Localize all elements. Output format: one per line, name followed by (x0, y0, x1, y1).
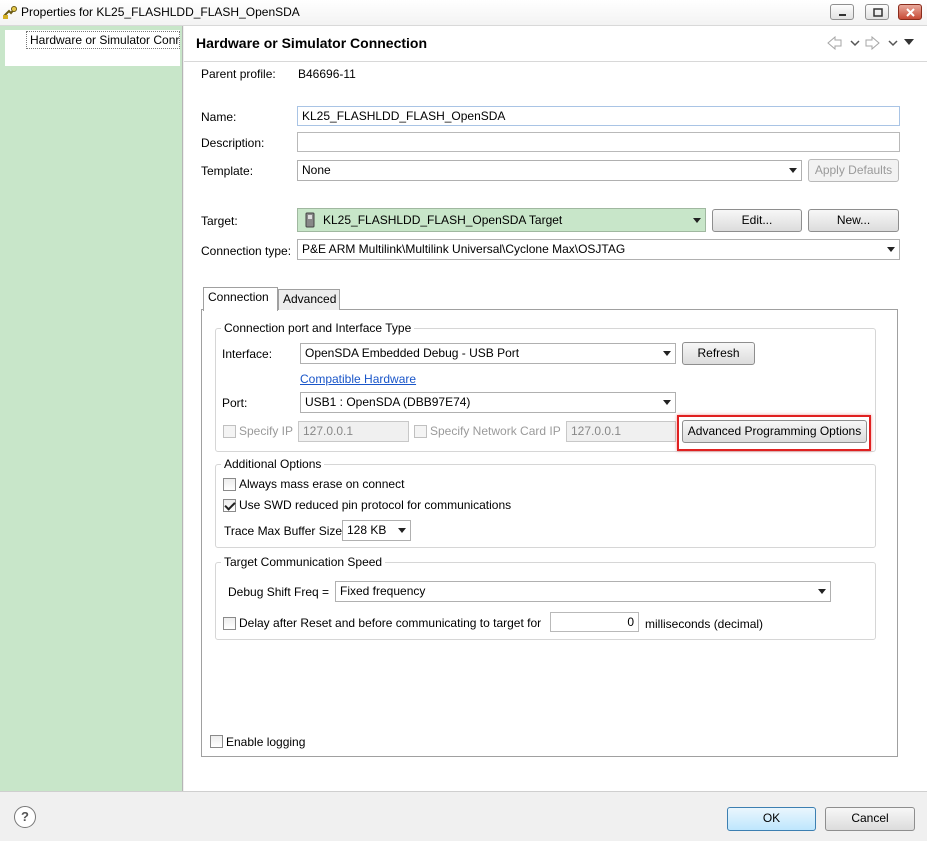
delay-checkbox[interactable] (223, 617, 236, 630)
swd-checkbox[interactable] (223, 499, 236, 512)
port-select[interactable]: USB1 : OpenSDA (DBB97E74) (300, 392, 676, 413)
description-label: Description: (201, 136, 265, 150)
chevron-down-icon (789, 168, 797, 173)
trace-buffer-value: 128 KB (347, 523, 387, 537)
back-nav-icon[interactable] (826, 36, 860, 50)
specify-nic-checkbox[interactable] (414, 425, 427, 438)
close-icon (906, 8, 915, 17)
interface-value: OpenSDA Embedded Debug - USB Port (305, 346, 520, 360)
chevron-down-icon (398, 528, 406, 533)
ok-button[interactable]: OK (727, 807, 816, 831)
trace-buffer-select[interactable]: 128 KB (342, 520, 411, 541)
chevron-down-icon (663, 351, 671, 356)
target-label: Target: (201, 214, 238, 228)
name-label: Name: (201, 110, 237, 124)
app-icon (3, 6, 17, 19)
chevron-down-icon (818, 589, 826, 594)
communication-speed-group-title: Target Communication Speed (221, 555, 386, 569)
target-value: KL25_FLASHLDD_FLASH_OpenSDA Target (323, 213, 563, 227)
compatible-hardware-link[interactable]: Compatible Hardware (300, 372, 416, 386)
highlight-box (677, 415, 871, 451)
trace-buffer-label: Trace Max Buffer Size: (224, 524, 346, 538)
specify-ip-label: Specify IP (239, 424, 294, 438)
target-select[interactable]: KL25_FLASHLDD_FLASH_OpenSDA Target (297, 208, 706, 232)
delay-label: Delay after Reset and before communicati… (239, 616, 542, 630)
window-title: Properties for KL25_FLASHLDD_FLASH_OpenS… (21, 5, 300, 19)
debug-shift-select[interactable]: Fixed frequency (335, 581, 831, 602)
cancel-button[interactable]: Cancel (825, 807, 915, 831)
minimize-button[interactable] (830, 4, 854, 20)
debug-shift-label: Debug Shift Freq = (228, 585, 330, 599)
mass-erase-label: Always mass erase on connect (239, 477, 405, 491)
name-field[interactable]: KL25_FLASHLDD_FLASH_OpenSDA (297, 106, 900, 126)
template-label: Template: (201, 164, 254, 178)
connection-port-group-title: Connection port and Interface Type (221, 321, 415, 335)
new-target-button[interactable]: New... (808, 209, 899, 232)
close-button[interactable] (898, 4, 922, 20)
description-field[interactable] (297, 132, 900, 152)
specify-nic-label: Specify Network Card IP (430, 424, 561, 438)
board-icon (305, 212, 315, 228)
chevron-down-icon (663, 400, 671, 405)
swd-label: Use SWD reduced pin protocol for communi… (239, 498, 512, 512)
template-select[interactable]: None (297, 160, 802, 181)
interface-select[interactable]: OpenSDA Embedded Debug - USB Port (300, 343, 676, 364)
apply-defaults-button[interactable]: Apply Defaults (808, 159, 899, 182)
connection-type-value: P&E ARM Multilink\Multilink Universal\Cy… (302, 242, 626, 256)
debug-shift-value: Fixed frequency (340, 584, 426, 598)
parent-profile-value: B46696-11 (298, 67, 356, 81)
enable-logging-label: Enable logging (226, 735, 306, 749)
maximize-icon (873, 8, 883, 17)
port-label: Port: (222, 396, 248, 410)
chevron-down-icon (887, 247, 895, 252)
delay-unit-label: milliseconds (decimal) (645, 617, 764, 631)
property-page-nav (0, 26, 183, 791)
ip-field[interactable]: 127.0.0.1 (298, 421, 409, 442)
minimize-icon (839, 14, 846, 16)
view-menu-icon[interactable] (903, 38, 915, 46)
page-title: Hardware or Simulator Connection (196, 35, 428, 51)
template-value: None (302, 163, 331, 177)
specify-ip-checkbox[interactable] (223, 425, 236, 438)
maximize-button[interactable] (865, 4, 889, 20)
connection-type-select[interactable]: P&E ARM Multilink\Multilink Universal\Cy… (297, 239, 900, 260)
help-icon[interactable]: ? (14, 806, 36, 828)
tab-connection[interactable]: Connection (203, 287, 278, 311)
connection-type-label: Connection type: (201, 244, 292, 258)
tab-advanced[interactable]: Advanced (278, 289, 340, 310)
parent-profile-label: Parent profile: (201, 67, 276, 81)
chevron-down-icon (693, 218, 701, 223)
mass-erase-checkbox[interactable] (223, 478, 236, 491)
port-value: USB1 : OpenSDA (DBB97E74) (305, 395, 471, 409)
nav-item-hardware-connection[interactable]: Hardware or Simulator Conr (26, 31, 180, 49)
nic-ip-field[interactable]: 127.0.0.1 (566, 421, 676, 442)
interface-label: Interface: (222, 347, 273, 361)
enable-logging-checkbox[interactable] (210, 735, 223, 748)
forward-nav-icon[interactable] (864, 36, 898, 50)
refresh-button[interactable]: Refresh (682, 342, 755, 365)
edit-target-button[interactable]: Edit... (712, 209, 802, 232)
delay-field[interactable]: 0 (550, 612, 639, 632)
additional-options-group-title: Additional Options (221, 457, 325, 471)
